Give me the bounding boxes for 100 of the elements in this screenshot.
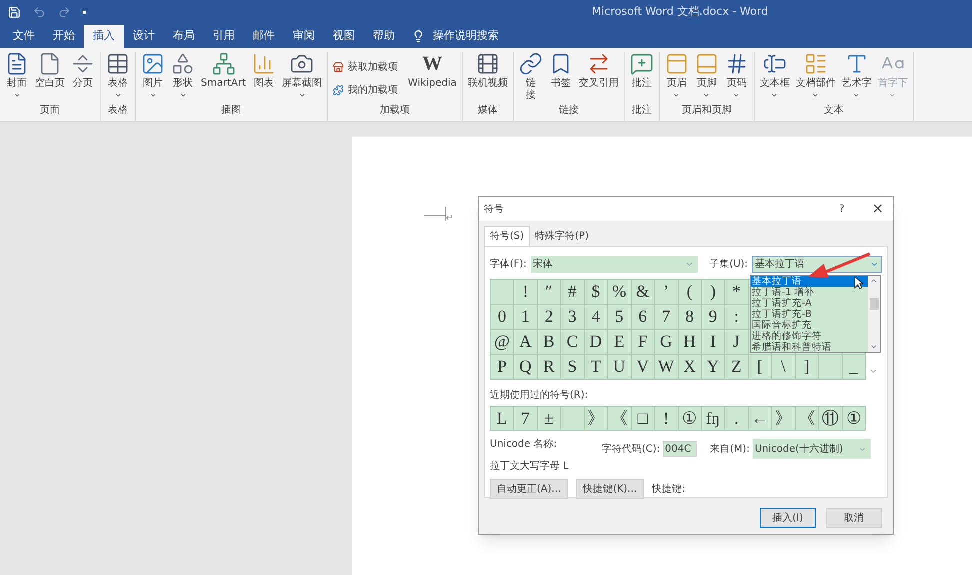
ribbon-button[interactable]: 页脚 bbox=[694, 52, 719, 103]
ribbon-button[interactable]: 图表 bbox=[252, 52, 276, 103]
ribbon-tab[interactable]: 设计 bbox=[124, 25, 164, 48]
symbol-cell[interactable]: Z bbox=[725, 355, 749, 380]
symbol-cell[interactable]: ’ bbox=[655, 280, 678, 305]
subset-option[interactable]: 拉丁语-1 增补 bbox=[751, 287, 868, 298]
symbol-cell[interactable]: I bbox=[702, 330, 726, 355]
symbol-cell[interactable]: # bbox=[561, 280, 585, 305]
dialog-button[interactable]: 插入(I) bbox=[760, 508, 816, 528]
symbol-cell[interactable]: . bbox=[725, 407, 749, 431]
save-icon[interactable] bbox=[8, 6, 21, 18]
symbol-cell[interactable]: 0 bbox=[491, 305, 514, 330]
symbol-cell[interactable]: 《 bbox=[796, 407, 820, 431]
ribbon-tab[interactable]: 布局 bbox=[164, 25, 204, 48]
symbol-cell[interactable]: 》 bbox=[772, 407, 796, 431]
ribbon-tab[interactable]: 开始 bbox=[44, 25, 84, 48]
ribbon-tab[interactable]: 插入 bbox=[84, 25, 124, 48]
shortcut-button[interactable]: 快捷键(K)... bbox=[576, 479, 644, 499]
symbol-cell[interactable]: ! bbox=[514, 280, 538, 305]
symbol-cell[interactable]: \ bbox=[772, 355, 796, 380]
from-dropdown[interactable]: Unicode(十六进制) bbox=[752, 439, 871, 459]
symbol-cell[interactable]: _ bbox=[842, 355, 866, 380]
symbol-cell[interactable]: 6 bbox=[632, 305, 656, 330]
symbol-cell[interactable]: % bbox=[608, 280, 632, 305]
ribbon-button[interactable]: 文本框 bbox=[760, 52, 790, 103]
scroll-thumb[interactable] bbox=[870, 298, 878, 310]
ribbon-button[interactable]: 图片 bbox=[141, 52, 165, 103]
symbol-cell[interactable]: 3 bbox=[561, 305, 585, 330]
symbol-cell[interactable]: B bbox=[538, 330, 562, 355]
symbol-cell[interactable]: A bbox=[514, 330, 538, 355]
ribbon-button[interactable]: 文档部件 bbox=[796, 52, 836, 103]
ribbon-tab[interactable]: 文件 bbox=[4, 25, 44, 48]
ribbon-button[interactable]: 封面 bbox=[5, 52, 29, 103]
ribbon-button[interactable]: 书签 bbox=[548, 52, 573, 103]
ribbon-button[interactable]: 页码 bbox=[724, 52, 749, 103]
ribbon-button[interactable]: 分页 bbox=[71, 52, 95, 103]
close-button[interactable]: × bbox=[868, 202, 888, 216]
font-dropdown[interactable]: 宋体 bbox=[530, 256, 698, 273]
symbol-cell[interactable]: fŋ bbox=[702, 407, 726, 431]
ribbon-button[interactable]: 形状 bbox=[171, 52, 195, 103]
ribbon-button[interactable]: W Wikipedia bbox=[408, 52, 457, 103]
symbol-cell[interactable]: 7 bbox=[514, 407, 538, 431]
dialog-tab[interactable]: 特殊字符(P) bbox=[530, 226, 594, 246]
ribbon-tab[interactable]: 引用 bbox=[204, 25, 244, 48]
subset-option[interactable]: 拉丁语扩充-A bbox=[751, 298, 868, 309]
dialog-tab[interactable]: 符号(S) bbox=[484, 226, 530, 246]
symbol-cell[interactable]: S bbox=[561, 355, 585, 380]
symbol-cell[interactable]: L bbox=[491, 407, 514, 431]
ribbon-tab[interactable]: 审阅 bbox=[284, 25, 324, 48]
symbol-cell[interactable]: W bbox=[655, 355, 678, 380]
symbol-cell[interactable]: C bbox=[561, 330, 585, 355]
ribbon-tab[interactable]: 帮助 bbox=[364, 25, 404, 48]
symbol-cell[interactable]: $ bbox=[584, 280, 608, 305]
add-in-button[interactable]: 获取加载项 bbox=[333, 60, 398, 75]
ribbon-tab[interactable]: 视图 bbox=[324, 25, 364, 48]
subset-option[interactable]: 进格的修饰字符 bbox=[751, 331, 868, 342]
symbol-cell[interactable]: * bbox=[725, 280, 749, 305]
ribbon-tab[interactable]: 邮件 bbox=[244, 25, 284, 48]
symbol-cell[interactable]: V bbox=[632, 355, 656, 380]
subset-option[interactable]: 基本拉丁语 bbox=[751, 276, 868, 287]
symbol-cell[interactable]: & bbox=[632, 280, 656, 305]
symbol-cell[interactable]: ① bbox=[842, 407, 866, 431]
symbol-cell[interactable]: ] bbox=[796, 355, 820, 380]
ribbon-button[interactable]: 空白页 bbox=[35, 52, 65, 103]
symbol-cell[interactable]: @ bbox=[491, 330, 514, 355]
ribbon-button[interactable]: SmartArt bbox=[201, 52, 246, 103]
symbol-cell[interactable]: ) bbox=[702, 280, 726, 305]
ribbon-button[interactable]: 链接 bbox=[518, 52, 543, 103]
symbol-cell[interactable]: D bbox=[584, 330, 608, 355]
symbol-cell[interactable]: ± bbox=[538, 407, 562, 431]
symbol-cell[interactable]: 《 bbox=[608, 407, 632, 431]
scroll-down-icon[interactable] bbox=[868, 367, 878, 376]
ribbon-button[interactable]: 批注 bbox=[630, 52, 654, 103]
subset-option[interactable]: 拉丁语扩充-B bbox=[751, 309, 868, 320]
symbol-cell[interactable]: [ bbox=[748, 355, 772, 380]
symbol-cell[interactable]: P bbox=[491, 355, 514, 380]
symbol-cell[interactable]: T bbox=[584, 355, 608, 380]
symbol-cell[interactable]: 7 bbox=[655, 305, 678, 330]
scroll-up-icon[interactable] bbox=[870, 277, 878, 285]
symbol-cell[interactable]: 1 bbox=[514, 305, 538, 330]
symbol-cell[interactable]: Q bbox=[514, 355, 538, 380]
symbol-cell[interactable]: R bbox=[538, 355, 562, 380]
symbol-cell[interactable]: 8 bbox=[678, 305, 702, 330]
subset-option[interactable]: 国际音标扩充 bbox=[751, 320, 868, 331]
symbol-cell[interactable]: U bbox=[608, 355, 632, 380]
symbol-cell[interactable]: ← bbox=[748, 407, 772, 431]
symbol-cell[interactable]: 》 bbox=[584, 407, 608, 431]
autocorrect-button[interactable]: 自动更正(A)... bbox=[490, 479, 568, 499]
symbol-cell[interactable]: 2 bbox=[538, 305, 562, 330]
symbol-cell[interactable]: ! bbox=[655, 407, 678, 431]
symbol-cell[interactable]: E bbox=[608, 330, 632, 355]
tell-me-search[interactable]: 操作说明搜索 bbox=[412, 25, 499, 48]
dialog-button[interactable]: 取消 bbox=[826, 508, 882, 528]
help-button[interactable]: ? bbox=[832, 202, 852, 216]
symbol-cell[interactable]: ① bbox=[678, 407, 702, 431]
symbol-cell[interactable]: G bbox=[655, 330, 678, 355]
ribbon-button[interactable]: 联机视频 bbox=[468, 52, 508, 103]
symbol-cell[interactable]: 9 bbox=[702, 305, 726, 330]
symbol-cell[interactable]: Y bbox=[702, 355, 726, 380]
char-code-field[interactable]: 004C bbox=[663, 441, 698, 457]
